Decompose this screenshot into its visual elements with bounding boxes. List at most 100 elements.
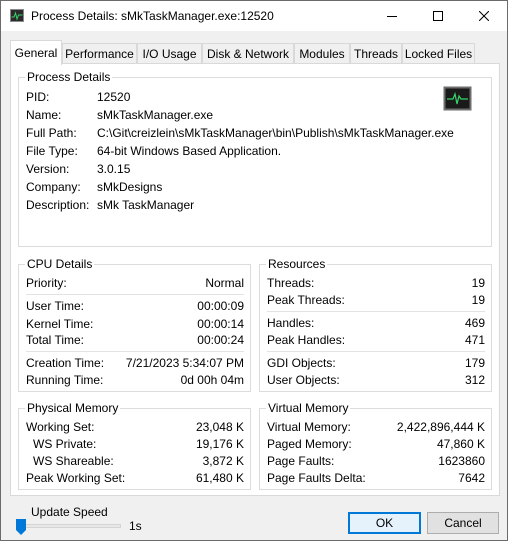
user-time-value: 00:00:09 xyxy=(197,299,244,313)
gdi-objects-row: GDI Objects: 179 xyxy=(267,355,485,371)
ws-shareable-row: WS Shareable: 3,872 K xyxy=(26,453,244,469)
minimize-button[interactable] xyxy=(369,1,415,31)
total-time-row: Total Time: 00:00:24 xyxy=(26,332,244,348)
tab-modules[interactable]: Modules xyxy=(294,43,350,64)
virtual-memory-group: Virtual Memory Virtual Memory: 2,422,896… xyxy=(259,401,492,490)
performance-monitor-icon xyxy=(443,86,472,111)
user-time-label: User Time: xyxy=(26,299,85,313)
user-objects-row: User Objects: 312 xyxy=(267,372,485,388)
virtual-memory-title: Virtual Memory xyxy=(266,401,351,415)
paged-memory-label: Paged Memory: xyxy=(267,437,352,451)
company-value: sMkDesigns xyxy=(97,180,163,194)
ws-shareable-value: 3,872 K xyxy=(202,454,244,468)
maximize-icon xyxy=(433,11,443,21)
peak-threads-label: Peak Threads: xyxy=(267,293,345,307)
creation-time-label: Creation Time: xyxy=(26,356,105,370)
virtual-memory-value: 2,422,896,444 K xyxy=(396,420,485,434)
peak-handles-row: Peak Handles: 471 xyxy=(267,332,485,348)
physical-memory-group: Physical Memory Working Set: 23,048 K WS… xyxy=(18,401,251,490)
resources-separator-1 xyxy=(267,311,485,312)
running-time-label: Running Time: xyxy=(26,373,104,387)
title-bar[interactable]: Process Details: sMkTaskManager.exe:1252… xyxy=(1,1,507,31)
page-faults-row: Page Faults: 1623860 xyxy=(267,453,485,469)
working-set-value: 23,048 K xyxy=(195,420,244,434)
resources-separator-2 xyxy=(267,351,485,352)
version-value: 3.0.15 xyxy=(97,162,131,176)
handles-value: 469 xyxy=(464,316,485,330)
cpu-separator-2 xyxy=(26,351,244,352)
kernel-time-row: Kernel Time: 00:00:14 xyxy=(26,316,244,332)
tab-locked-files[interactable]: Locked Files xyxy=(402,43,475,64)
version-label: Version: xyxy=(26,162,70,176)
total-time-label: Total Time: xyxy=(26,333,85,347)
resources-group: Resources Threads: 19 Peak Threads: 19 H… xyxy=(259,257,492,392)
resources-title: Resources xyxy=(266,257,328,271)
ws-private-label: WS Private: xyxy=(33,437,97,451)
ws-private-row: WS Private: 19,176 K xyxy=(26,436,244,452)
maximize-button[interactable] xyxy=(415,1,461,31)
process-details-title: Process Details xyxy=(25,70,113,84)
cpu-details-title: CPU Details xyxy=(25,257,95,271)
priority-label: Priority: xyxy=(26,276,67,290)
name-label: Name: xyxy=(26,108,62,122)
tab-general[interactable]: General xyxy=(10,40,62,65)
description-label: Description: xyxy=(26,198,90,212)
company-label: Company: xyxy=(26,180,81,194)
user-objects-value: 312 xyxy=(464,373,485,387)
pid-value: 12520 xyxy=(97,90,131,104)
priority-row: Priority: Normal xyxy=(26,275,244,291)
gdi-objects-label: GDI Objects: xyxy=(267,356,336,370)
running-time-value: 0d 00h 04m xyxy=(180,373,244,387)
peak-threads-value: 19 xyxy=(471,293,485,307)
process-details-group: Process Details PID: 12520 Name: sMkTask… xyxy=(18,70,492,247)
company-row: Company: sMkDesigns xyxy=(26,179,485,195)
file-type-row: File Type: 64-bit Windows Based Applicat… xyxy=(26,143,485,159)
tab-disk-network[interactable]: Disk & Network xyxy=(202,43,294,64)
gdi-objects-value: 179 xyxy=(464,356,485,370)
priority-value: Normal xyxy=(205,276,244,290)
tab-performance[interactable]: Performance xyxy=(62,43,137,64)
peak-working-set-label: Peak Working Set: xyxy=(26,471,126,485)
page-faults-delta-value: 7642 xyxy=(458,471,485,485)
ok-button[interactable]: OK xyxy=(348,512,421,534)
peak-working-set-row: Peak Working Set: 61,480 K xyxy=(26,470,244,486)
user-objects-label: User Objects: xyxy=(267,373,340,387)
update-speed-value: 1s xyxy=(129,519,142,533)
tab-threads[interactable]: Threads xyxy=(350,43,402,64)
virtual-memory-label: Virtual Memory: xyxy=(267,420,351,434)
peak-working-set-value: 61,480 K xyxy=(195,471,244,485)
pid-row: PID: 12520 xyxy=(26,89,485,105)
virtual-memory-row: Virtual Memory: 2,422,896,444 K xyxy=(267,419,485,435)
cancel-button[interactable]: Cancel xyxy=(427,512,499,534)
process-details-window: Process Details: sMkTaskManager.exe:1252… xyxy=(0,0,508,541)
name-row: Name: sMkTaskManager.exe xyxy=(26,107,485,123)
page-faults-delta-label: Page Faults Delta: xyxy=(267,471,366,485)
page-faults-delta-row: Page Faults Delta: 7642 xyxy=(267,470,485,486)
cpu-separator-1 xyxy=(26,294,244,295)
window-title: Process Details: sMkTaskManager.exe:1252… xyxy=(31,9,274,23)
app-icon xyxy=(10,9,24,22)
tab-io-usage[interactable]: I/O Usage xyxy=(137,43,202,64)
handles-row: Handles: 469 xyxy=(267,315,485,331)
update-speed-slider-track[interactable] xyxy=(19,524,121,528)
pid-label: PID: xyxy=(26,90,50,104)
update-speed-slider-thumb[interactable] xyxy=(15,518,27,536)
peak-handles-label: Peak Handles: xyxy=(267,333,346,347)
threads-row: Threads: 19 xyxy=(267,275,485,291)
file-type-label: File Type: xyxy=(26,144,78,158)
file-type-value: 64-bit Windows Based Application. xyxy=(97,144,282,158)
working-set-row: Working Set: 23,048 K xyxy=(26,419,244,435)
close-button[interactable] xyxy=(461,1,507,31)
user-time-row: User Time: 00:00:09 xyxy=(26,298,244,314)
close-icon xyxy=(479,11,489,21)
name-value: sMkTaskManager.exe xyxy=(97,108,214,122)
kernel-time-label: Kernel Time: xyxy=(26,317,94,331)
ws-shareable-label: WS Shareable: xyxy=(33,454,114,468)
running-time-row: Running Time: 0d 00h 04m xyxy=(26,372,244,388)
minimize-icon xyxy=(387,16,397,17)
working-set-label: Working Set: xyxy=(26,420,95,434)
paged-memory-row: Paged Memory: 47,860 K xyxy=(267,436,485,452)
creation-time-row: Creation Time: 7/21/2023 5:34:07 PM xyxy=(26,355,244,371)
physical-memory-title: Physical Memory xyxy=(25,401,121,415)
handles-label: Handles: xyxy=(267,316,315,330)
